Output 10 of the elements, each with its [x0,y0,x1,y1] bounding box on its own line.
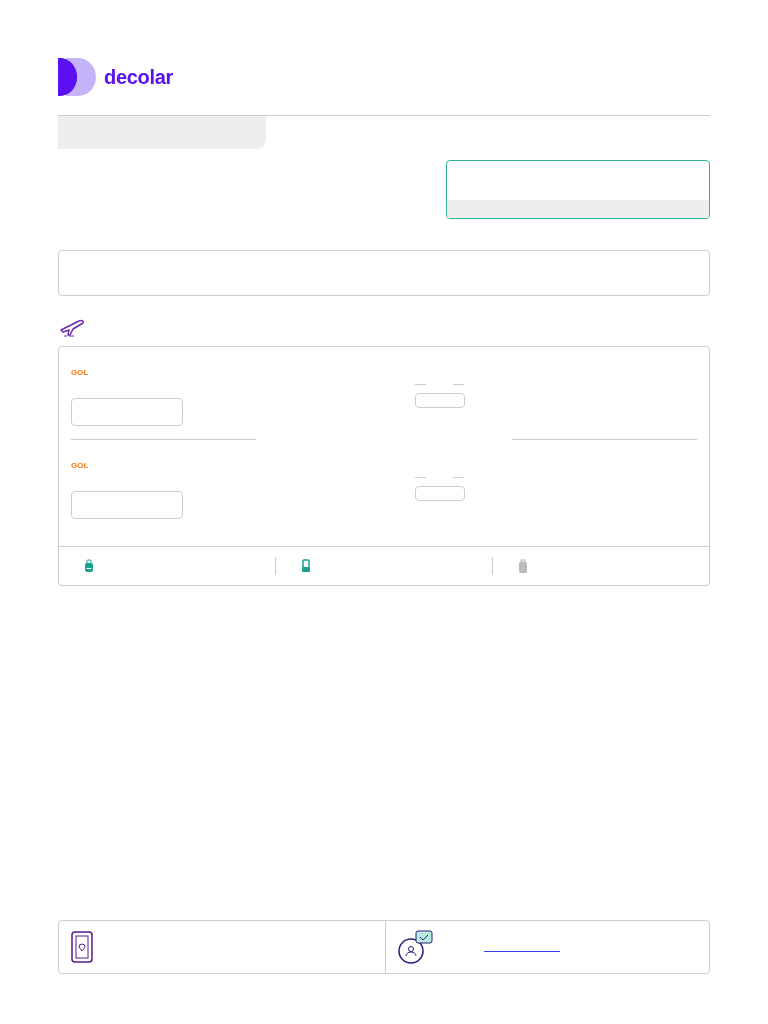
duration-pill [415,486,465,501]
support-chat-icon [395,930,434,964]
airplane-icon [58,318,86,338]
logo-icon [58,58,96,96]
brand-name[interactable]: decolar [104,65,174,89]
airline-name: GOL [71,461,89,470]
link-underline[interactable] [483,950,560,952]
duration-pill [415,393,465,408]
airline-name: GOL [71,368,89,377]
phone-location-icon [71,931,93,963]
